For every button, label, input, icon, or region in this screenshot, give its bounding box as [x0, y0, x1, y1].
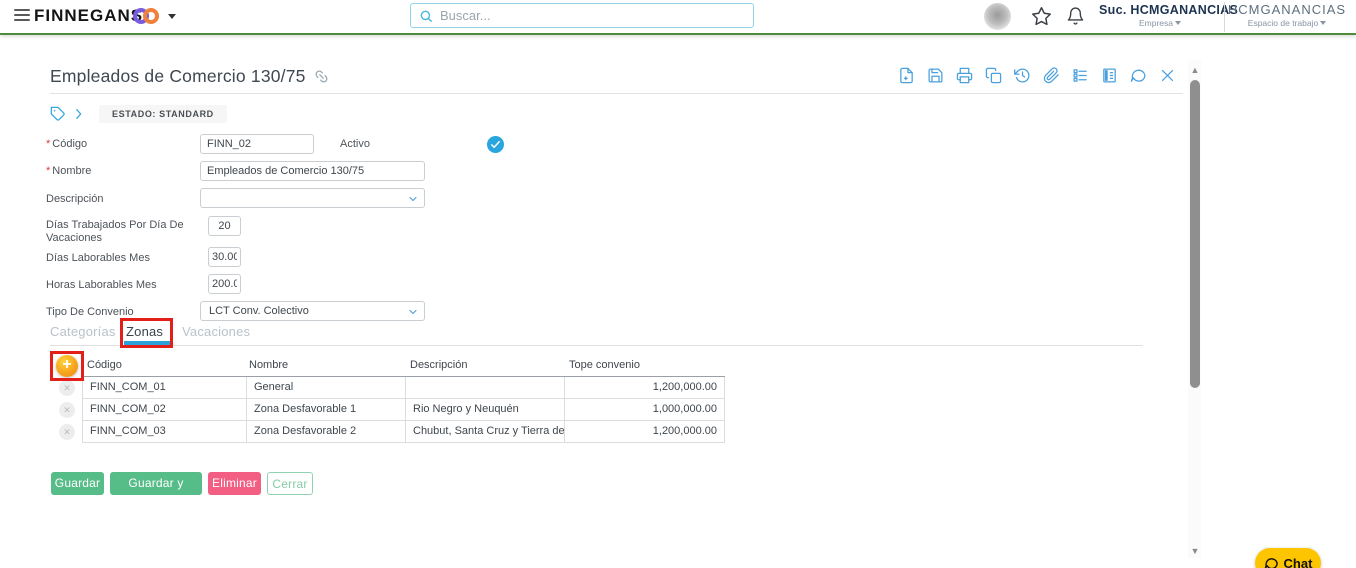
save-icon[interactable] — [926, 66, 944, 84]
user-avatar[interactable] — [984, 3, 1011, 30]
table-row: ✕ FINN_COM_02 Zona Desfavorable 1 Rio Ne… — [51, 399, 725, 421]
company-name: Suc. HCMGANANCIAS — [1099, 2, 1221, 18]
zonas-table: Código Nombre Descripción Tope convenio … — [51, 356, 725, 443]
link-icon[interactable] — [314, 69, 329, 84]
tab-categorias[interactable]: Categorías — [50, 324, 116, 339]
search-input[interactable] — [440, 8, 745, 23]
nombre-input[interactable] — [200, 161, 425, 181]
tabs-divider — [50, 345, 1143, 346]
cell-nombre[interactable]: Zona Desfavorable 2 — [247, 421, 406, 443]
dias-laborables-label: Días Laborables Mes — [46, 252, 198, 265]
record-toolbar — [897, 66, 1176, 84]
column-header-descripcion: Descripción — [410, 359, 467, 371]
cell-codigo[interactable]: FINN_COM_01 — [82, 377, 247, 399]
chat-label: Chat — [1284, 556, 1313, 568]
cell-nombre[interactable]: Zona Desfavorable 1 — [247, 399, 406, 421]
vertical-scrollbar-thumb[interactable] — [1190, 80, 1200, 388]
save-button[interactable]: Guardar — [51, 472, 104, 495]
company-type-label: Empresa — [1099, 18, 1221, 29]
cell-tope[interactable]: 1,200,000.00 — [565, 377, 725, 399]
codigo-label: *Código — [46, 138, 198, 151]
close-icon[interactable] — [1158, 66, 1176, 84]
cell-tope[interactable]: 1,200,000.00 — [565, 421, 725, 443]
delete-row-button[interactable]: ✕ — [59, 424, 75, 440]
tab-zonas[interactable]: Zonas — [126, 324, 163, 339]
dias-laborables-input[interactable] — [208, 247, 241, 267]
favorites-star-icon[interactable] — [1031, 6, 1052, 27]
delete-row-button[interactable]: ✕ — [59, 402, 75, 418]
history-icon[interactable] — [1013, 66, 1031, 84]
tag-icon[interactable] — [50, 106, 66, 122]
tipo-convenio-select[interactable]: LCT Conv. Colectivo — [200, 301, 425, 321]
brand-logo-text[interactable]: FINNEGANS — [34, 6, 143, 26]
cell-tope[interactable]: 1,000,000.00 — [565, 399, 725, 421]
delete-button[interactable]: Eliminar — [208, 472, 261, 495]
table-row: ✕ FINN_COM_01 General 1,200,000.00 — [51, 377, 725, 399]
column-header-tope: Tope convenio — [569, 359, 640, 371]
comments-icon[interactable] — [1129, 66, 1147, 84]
table-header-row: Código Nombre Descripción Tope convenio — [51, 356, 725, 377]
nombre-label: *Nombre — [46, 165, 198, 178]
required-asterisk: * — [46, 165, 50, 177]
workspace-selector[interactable]: HCMGANANCIAS Espacio de trabajo — [1226, 2, 1348, 29]
codigo-input[interactable] — [200, 134, 314, 154]
descripcion-label: Descripción — [46, 193, 198, 206]
company-selector[interactable]: Suc. HCMGANANCIAS Empresa — [1099, 2, 1221, 29]
chevron-down-icon — [407, 306, 419, 318]
cell-nombre[interactable]: General — [247, 377, 406, 399]
cell-descripcion[interactable]: Rio Negro y Neuquén — [406, 399, 565, 421]
table-row: ✕ FINN_COM_03 Zona Desfavorable 2 Chubut… — [51, 421, 725, 443]
tipo-convenio-label: Tipo De Convenio — [46, 306, 198, 319]
global-search[interactable] — [410, 3, 754, 28]
delete-row-button[interactable]: ✕ — [59, 380, 75, 396]
chat-button[interactable]: Chat — [1255, 548, 1321, 568]
brand-infinity-logo-icon — [133, 8, 161, 25]
cell-descripcion[interactable] — [406, 377, 565, 399]
save-and-new-button[interactable]: Guardar y nuevo — [110, 472, 202, 495]
page-title: Empleados de Comercio 130/75 — [50, 66, 306, 87]
column-header-nombre: Nombre — [249, 359, 288, 371]
close-button[interactable]: Cerrar — [267, 472, 313, 495]
top-header-bar: FINNEGANS Suc. HCMGANAN — [0, 0, 1356, 35]
print-icon[interactable] — [955, 66, 973, 84]
copy-icon[interactable] — [984, 66, 1002, 84]
chat-bubble-icon — [1264, 556, 1279, 568]
tab-vacaciones[interactable]: Vacaciones — [182, 324, 250, 339]
cell-codigo[interactable]: FINN_COM_03 — [82, 421, 247, 443]
new-record-icon[interactable] — [897, 66, 915, 84]
chevron-right-icon[interactable] — [72, 107, 85, 121]
dias-trabajados-label: Días Trabajados Por Día De Vacaciones — [46, 219, 198, 245]
app-window: FINNEGANS Suc. HCMGANAN — [0, 0, 1356, 568]
title-divider — [50, 93, 1183, 94]
activo-checkbox[interactable] — [487, 136, 504, 153]
chevron-down-icon — [1320, 21, 1326, 25]
column-header-codigo: Código — [87, 359, 122, 371]
status-badge: ESTADO: STANDARD — [99, 105, 227, 123]
scroll-down-arrow[interactable]: ▼ — [1190, 547, 1200, 555]
cell-descripcion[interactable]: Chubut, Santa Cruz y Tierra del ... — [406, 421, 565, 443]
cell-codigo[interactable]: FINN_COM_02 — [82, 399, 247, 421]
activo-label: Activo — [340, 138, 420, 151]
journal-report-icon[interactable] — [1100, 66, 1118, 84]
attachment-paperclip-icon[interactable] — [1042, 66, 1060, 84]
chevron-down-icon — [1175, 21, 1181, 25]
horas-laborables-label: Horas Laborables Mes — [46, 279, 198, 292]
descripcion-select[interactable] — [200, 188, 425, 208]
checklist-icon[interactable] — [1071, 66, 1089, 84]
brand-dropdown-caret-icon[interactable] — [168, 14, 176, 19]
header-divider — [1224, 2, 1225, 32]
horas-laborables-input[interactable] — [208, 274, 241, 294]
hamburger-menu-icon[interactable] — [14, 9, 30, 23]
add-row-button[interactable]: + — [56, 355, 78, 377]
scroll-up-arrow[interactable]: ▲ — [1190, 66, 1200, 74]
dias-trabajados-input[interactable] — [208, 216, 241, 236]
workspace-type-label: Espacio de trabajo — [1226, 18, 1348, 29]
workspace-name: HCMGANANCIAS — [1226, 2, 1348, 18]
notifications-bell-icon[interactable] — [1066, 6, 1085, 26]
required-asterisk: * — [46, 138, 50, 150]
chevron-down-icon — [407, 193, 419, 205]
search-icon — [419, 9, 433, 23]
